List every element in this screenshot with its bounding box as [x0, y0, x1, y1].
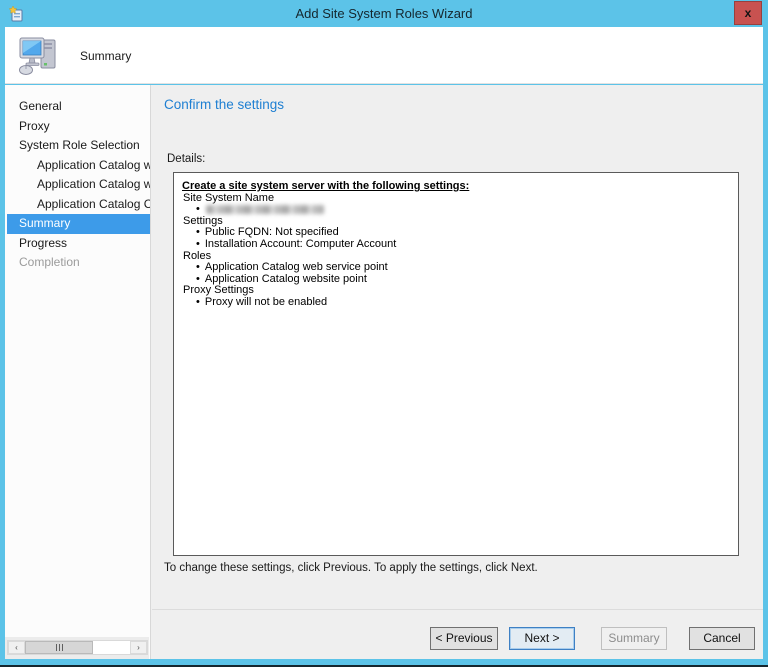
details-title: Create a site system server with the fol…	[182, 181, 730, 193]
sidebar-item-app-catalog-customizations[interactable]: Application Catalog Cust	[5, 195, 150, 215]
wizard-body: General Proxy System Role Selection Appl…	[5, 85, 763, 659]
window-title: Add Site System Roles Wizard	[0, 6, 768, 21]
scroll-left-icon[interactable]: ‹	[8, 641, 25, 654]
cancel-button[interactable]: Cancel	[689, 627, 755, 650]
details-bullet: Application Catalog web service point	[182, 262, 730, 274]
sidebar-item-summary[interactable]: Summary	[7, 214, 150, 234]
button-bar-divider	[152, 609, 763, 610]
wizard-main-panel: Confirm the settings Details: Create a s…	[152, 85, 763, 659]
scrollbar-track[interactable]	[93, 641, 130, 654]
close-icon[interactable]: x	[734, 1, 762, 25]
sidebar-item-proxy[interactable]: Proxy	[5, 117, 150, 137]
wizard-header: Summary	[5, 27, 763, 84]
details-bullet: Installation Account: Computer Account	[182, 239, 730, 251]
redacted-site-system-name	[206, 205, 324, 214]
summary-button: Summary	[601, 627, 667, 650]
sidebar-item-app-catalog-web-service[interactable]: Application Catalog web	[5, 156, 150, 176]
sidebar-horizontal-scrollbar[interactable]: ‹ ›	[7, 640, 148, 655]
scrollbar-thumb[interactable]	[25, 641, 93, 654]
sidebar-item-general[interactable]: General	[5, 97, 150, 117]
computer-icon	[17, 34, 61, 78]
titlebar[interactable]: Add Site System Roles Wizard x	[0, 0, 768, 27]
sidebar-scroll-strip: ‹ ›	[5, 637, 149, 659]
details-box: Create a site system server with the fol…	[173, 172, 739, 556]
wizard-window: Add Site System Roles Wizard x Summary G…	[0, 0, 768, 667]
details-label: Details:	[167, 153, 205, 165]
page-title: Confirm the settings	[164, 97, 284, 112]
header-step-title: Summary	[80, 49, 131, 63]
sidebar-item-system-role-selection[interactable]: System Role Selection	[5, 136, 150, 156]
sidebar-item-completion: Completion	[5, 253, 150, 273]
details-bullet	[182, 204, 730, 216]
details-section-site-system-name: Site System Name	[182, 193, 730, 205]
wizard-steps-sidebar: General Proxy System Role Selection Appl…	[5, 85, 151, 659]
next-button[interactable]: Next >	[509, 627, 575, 650]
scroll-right-icon[interactable]: ›	[130, 641, 147, 654]
sidebar-item-progress[interactable]: Progress	[5, 234, 150, 254]
details-bullet: Application Catalog website point	[182, 274, 730, 286]
previous-button[interactable]: < Previous	[430, 627, 498, 650]
wizard-step-list: General Proxy System Role Selection Appl…	[5, 97, 150, 273]
details-bullet: Proxy will not be enabled	[182, 297, 730, 309]
sidebar-item-app-catalog-website[interactable]: Application Catalog webs	[5, 175, 150, 195]
footer-instruction-text: To change these settings, click Previous…	[164, 562, 538, 574]
